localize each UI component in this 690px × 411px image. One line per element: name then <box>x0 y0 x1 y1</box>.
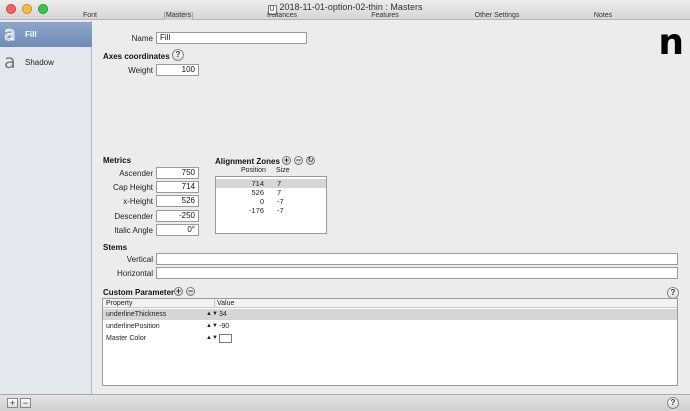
master-preview-glyph: n <box>658 22 684 63</box>
weight-field[interactable]: 100 <box>156 64 199 76</box>
up-down-arrows-icon[interactable]: ▲▼ <box>206 333 218 344</box>
tab-font[interactable]: Font <box>0 11 180 20</box>
italic-angle-field[interactable]: 0° <box>156 224 199 236</box>
size-column-header: Size <box>276 167 290 174</box>
add-master-button[interactable]: + <box>7 398 18 408</box>
italic-angle-label: Italic Angle <box>114 226 153 235</box>
tab-features[interactable]: Features <box>325 11 445 20</box>
tab-instances[interactable]: Instances <box>222 11 342 20</box>
bottom-toolbar: + − ? <box>0 394 690 411</box>
vertical-stems-field[interactable] <box>156 253 678 265</box>
alignment-zones-table[interactable]: 714 7 526 7 0 -7 -176 -7 <box>215 176 327 234</box>
sidebar-item-label: Shadow <box>25 58 54 67</box>
descender-label: Descender <box>114 212 153 221</box>
table-row[interactable]: 714 7 <box>216 179 326 188</box>
tab-other-settings[interactable]: Other Settings <box>437 11 557 20</box>
metrics-heading: Metrics <box>103 156 132 165</box>
weight-label: Weight <box>128 66 153 75</box>
horizontal-stems-field[interactable] <box>156 267 678 279</box>
refresh-zones-icon[interactable]: ↻ <box>306 156 315 165</box>
tab-masters[interactable]: Masters <box>165 11 192 20</box>
x-height-field[interactable]: 526 <box>156 195 199 207</box>
master-glyph-icon: a <box>4 23 17 46</box>
tab-bar: Font Masters Instances Features Other Se… <box>0 11 690 20</box>
tab-separator <box>192 12 193 19</box>
tab-notes[interactable]: Notes <box>543 11 663 20</box>
up-down-arrows-icon[interactable]: ▲▼ <box>206 309 218 320</box>
master-glyph-icon: a <box>4 51 16 73</box>
table-row[interactable]: underlineThickness ▲▼ 34 <box>103 309 677 320</box>
position-column-header: Position <box>241 167 266 174</box>
help-button[interactable]: ? <box>667 397 679 409</box>
cap-height-label: Cap Height <box>112 183 153 192</box>
remove-zone-button[interactable]: − <box>294 156 303 165</box>
title-bar: U 2018-11-01-option-02-thin : Masters Fon… <box>0 0 690 20</box>
custom-parameter-heading: Custom Parameter <box>103 288 175 297</box>
alignment-zones-header: Position Size <box>215 167 327 176</box>
master-color-swatch[interactable] <box>219 334 232 343</box>
masters-sidebar: a Fill a Shadow <box>0 21 92 394</box>
sidebar-item-fill[interactable]: a Fill <box>0 22 92 47</box>
remove-master-button[interactable]: − <box>20 398 31 408</box>
name-label: Name <box>131 34 153 43</box>
axes-coordinates-heading: Axes coordinates <box>103 52 170 61</box>
custom-parameters-table[interactable]: Property Value underlineThickness ▲▼ 34 … <box>102 298 678 386</box>
custom-parameters-header: Property Value <box>103 299 677 308</box>
x-height-label: x-Height <box>123 197 153 206</box>
column-separator <box>214 299 215 308</box>
descender-field[interactable]: -250 <box>156 210 199 222</box>
ascender-field[interactable]: 750 <box>156 167 199 179</box>
table-row[interactable]: underlinePosition ▲▼ -90 <box>103 321 677 332</box>
sidebar-item-shadow[interactable]: a Shadow <box>0 50 92 75</box>
add-parameter-button[interactable]: + <box>174 287 183 296</box>
axes-help-button[interactable]: ? <box>172 49 184 61</box>
stems-heading: Stems <box>103 243 128 252</box>
sidebar-item-label: Fill <box>25 30 37 39</box>
name-field[interactable]: Fill <box>156 32 307 44</box>
remove-parameter-button[interactable]: − <box>186 287 195 296</box>
alignment-zones-heading: Alignment Zones <box>215 157 280 166</box>
property-column-header: Property <box>106 300 133 307</box>
horizontal-stems-label: Horizontal <box>116 269 153 278</box>
table-row[interactable]: 526 7 <box>216 188 326 197</box>
add-zone-button[interactable]: + <box>282 156 291 165</box>
master-settings-panel: n Name Fill Axes coordinates ? Weight 10… <box>93 21 690 394</box>
value-column-header: Value <box>217 300 235 307</box>
table-row[interactable]: Master Color ▲▼ <box>103 333 677 344</box>
vertical-stems-label: Vertical <box>126 255 153 264</box>
up-down-arrows-icon[interactable]: ▲▼ <box>206 321 218 332</box>
table-row[interactable]: 0 -7 <box>216 197 326 206</box>
ascender-label: Ascender <box>119 169 153 178</box>
cap-height-field[interactable]: 714 <box>156 181 199 193</box>
table-row[interactable]: -176 -7 <box>216 206 326 215</box>
